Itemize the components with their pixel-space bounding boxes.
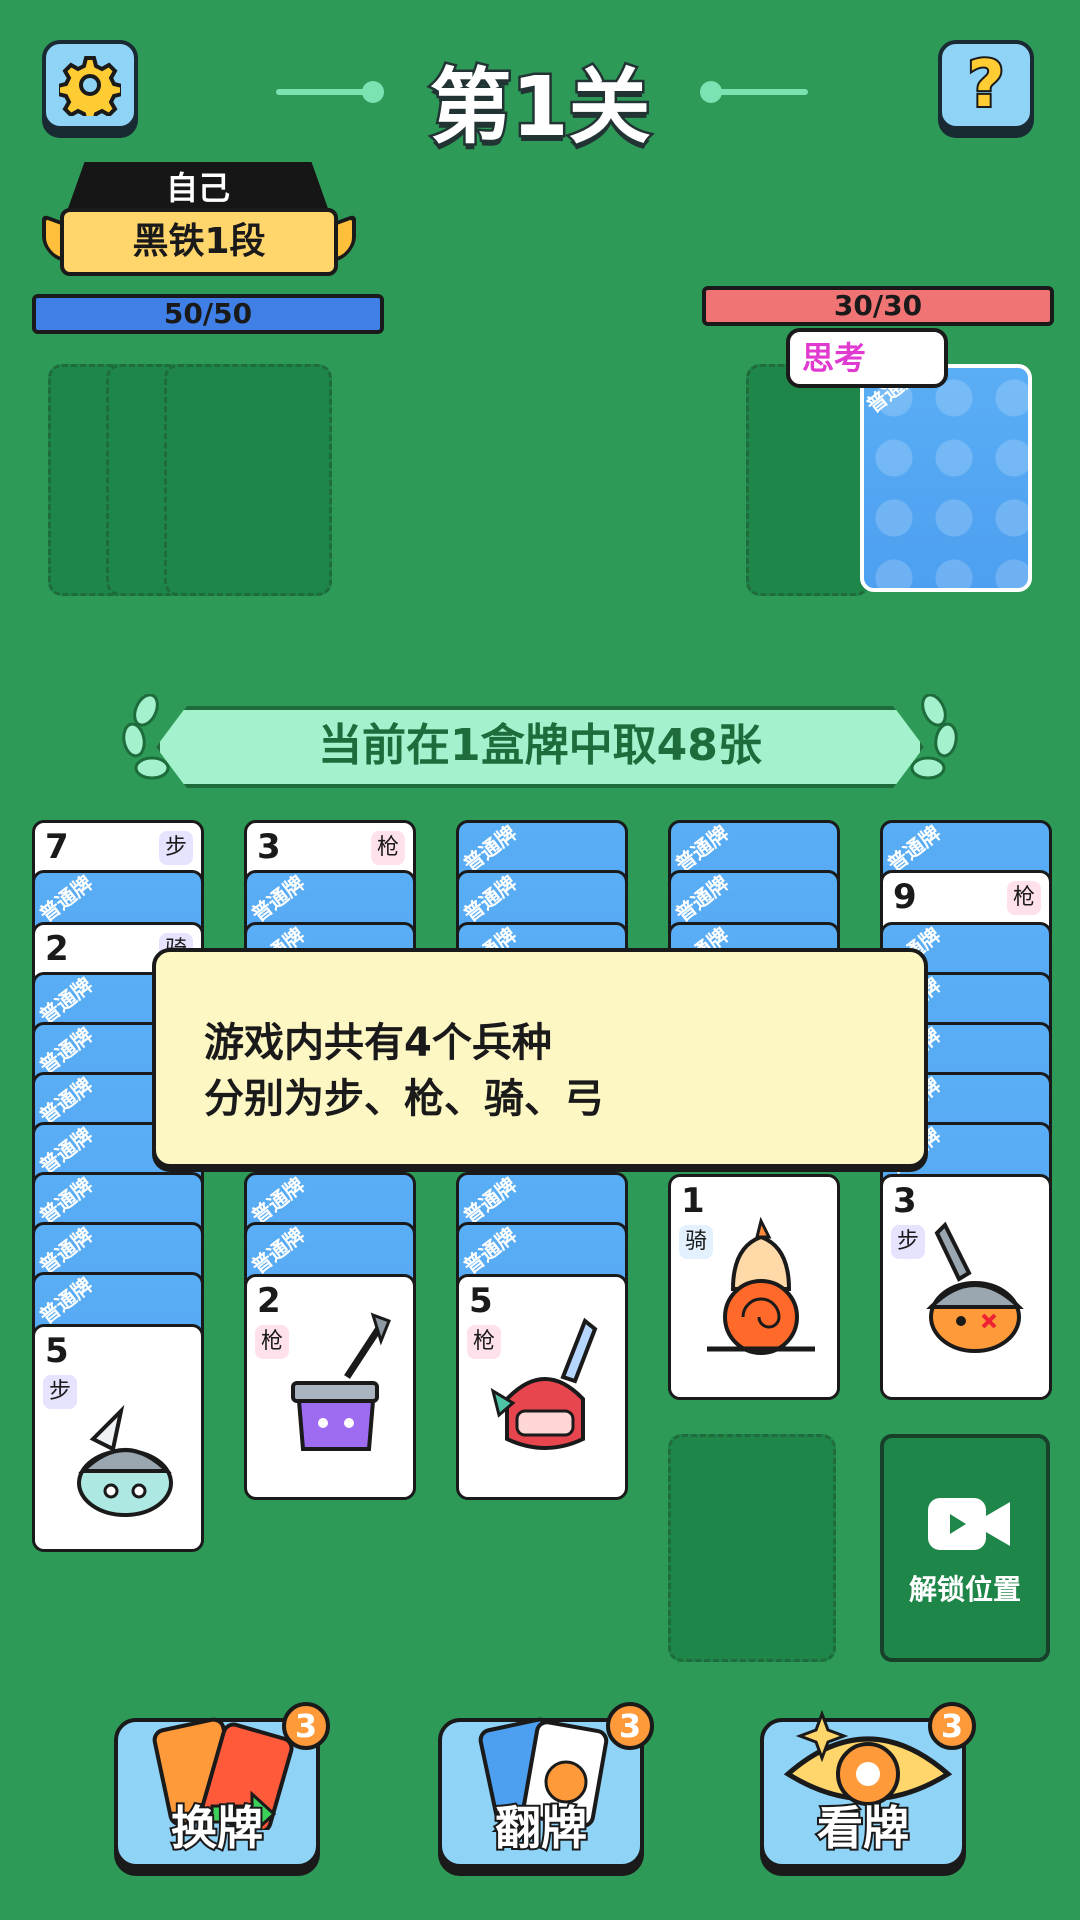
- card-back-label: 普通牌: [34, 1072, 97, 1129]
- card-back-label: 普通牌: [882, 820, 945, 877]
- playing-card[interactable]: 5 枪: [456, 1274, 628, 1500]
- tooltip-line-1: 游戏内共有4个兵种: [204, 1020, 552, 1066]
- opponent-status: 思考: [802, 339, 867, 377]
- card-back-label: 普通牌: [458, 820, 521, 877]
- card-value: 3: [257, 827, 281, 867]
- card-back-label: 普通牌: [34, 1122, 97, 1179]
- swap-card-count: 3: [282, 1702, 330, 1750]
- playing-card[interactable]: 1 骑: [668, 1174, 840, 1400]
- card-value: 2: [45, 929, 69, 969]
- peek-card-count: 3: [928, 1702, 976, 1750]
- card-back-label: 普通牌: [670, 820, 733, 877]
- tutorial-tooltip[interactable]: 游戏内共有4个兵种 分别为步、枪、骑、弓: [152, 948, 928, 1168]
- spearman-unit-icon: [291, 1312, 391, 1451]
- unlock-position-button[interactable]: 解锁位置: [880, 1434, 1050, 1662]
- tooltip-line-2: 分别为步、枪、骑、弓: [204, 1076, 604, 1122]
- card-back-label: 普通牌: [458, 1172, 521, 1229]
- level-title: 第1关: [427, 58, 653, 158]
- opponent-speech-bubble: 思考: [786, 328, 948, 388]
- cavalry-unit-icon: [707, 1217, 815, 1355]
- card-value: 1: [681, 1181, 705, 1221]
- playing-card[interactable]: 2 枪: [244, 1274, 416, 1500]
- player-hp-bar: 50/50: [32, 294, 384, 334]
- player-card-slot[interactable]: [164, 364, 332, 596]
- opponent-card: 普通牌: [860, 364, 1032, 592]
- card-back-label: 普通牌: [670, 870, 733, 927]
- deck-info-banner: 当前在1盒牌中取48张: [156, 706, 924, 788]
- opponent-hp-text: 30/30: [833, 289, 923, 322]
- unit-type-badge: 步: [159, 831, 193, 865]
- playing-card[interactable]: 5 步: [32, 1324, 204, 1552]
- infantry-unit-icon: [926, 1221, 1024, 1353]
- spearman-unit-icon: [490, 1317, 598, 1450]
- playing-card[interactable]: 3 步: [880, 1174, 1052, 1400]
- question-icon: ?: [965, 46, 1006, 124]
- swap-card-button[interactable]: 换牌 3: [114, 1702, 330, 1868]
- card-back-label: 普通牌: [458, 870, 521, 927]
- card-back-label: 普通牌: [246, 1222, 309, 1279]
- unit-type-badge: 步: [43, 1375, 77, 1409]
- card-back-label: 普通牌: [34, 1272, 97, 1329]
- card-back-label: 普通牌: [246, 870, 309, 927]
- title-decoration-right: [710, 89, 808, 95]
- card-value: 9: [893, 877, 917, 917]
- card-back-label: 普通牌: [34, 1222, 97, 1279]
- peek-card-button[interactable]: 看牌 3: [760, 1702, 976, 1868]
- unit-type-badge: 枪: [1007, 881, 1041, 915]
- player-rank: 黑铁1段: [60, 208, 338, 276]
- card-back-label: 普通牌: [34, 870, 97, 927]
- player-name: 自己: [66, 162, 330, 214]
- swap-card-label: 换牌: [169, 1799, 265, 1857]
- flip-card-button[interactable]: 翻牌 3: [438, 1702, 654, 1868]
- opponent-hp-bar: 30/30: [702, 286, 1054, 326]
- unlock-position-label: 解锁位置: [908, 1573, 1021, 1606]
- card-back-label: 普通牌: [34, 1172, 97, 1229]
- card-value: 7: [45, 827, 69, 867]
- card-back-label: 普通牌: [246, 1172, 309, 1229]
- empty-card-slot[interactable]: [668, 1434, 836, 1662]
- flip-card-label: 翻牌: [493, 1799, 589, 1857]
- video-camera-icon: [928, 1498, 1010, 1550]
- help-button[interactable]: ?: [938, 40, 1034, 130]
- card-value: 3: [893, 1181, 917, 1221]
- player-hp-text: 50/50: [163, 297, 253, 330]
- peek-card-label: 看牌: [815, 1799, 911, 1857]
- flip-card-count: 3: [606, 1702, 654, 1750]
- card-value: 5: [45, 1331, 69, 1371]
- infantry-unit-icon: [77, 1405, 173, 1517]
- opponent-card-slot: [746, 364, 870, 596]
- card-back-label: 普通牌: [458, 1222, 521, 1279]
- deck-info-text: 当前在1盒牌中取48张: [318, 720, 762, 771]
- unit-type-badge: 枪: [371, 831, 405, 865]
- card-back-label: 普通牌: [34, 1022, 97, 1079]
- card-back-label: 普通牌: [34, 972, 97, 1029]
